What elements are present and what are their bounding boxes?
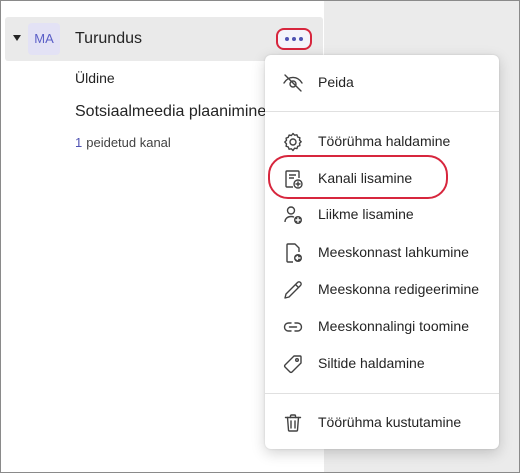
menu-item-get-link[interactable]: Meeskonnalingi toomine — [265, 309, 499, 345]
more-options-button[interactable] — [276, 28, 312, 50]
menu-item-manage-tags[interactable]: Siltide haldamine — [265, 346, 499, 382]
menu-item-label: Töörühma kustutamine — [318, 414, 462, 430]
hidden-channels-count: 1 — [75, 135, 83, 150]
menu-item-label: Meeskonnast lahkumine — [318, 244, 469, 260]
leave-team-icon — [281, 241, 305, 265]
menu-item-add-member[interactable]: Liikme lisamine — [265, 197, 499, 233]
menu-divider — [265, 111, 499, 112]
menu-item-label: Meeskonnalingi toomine — [318, 318, 469, 334]
pencil-icon — [281, 278, 305, 302]
menu-item-label: Meeskonna redigeerimine — [318, 281, 480, 297]
app-frame: MA Turundus Üldine Sotsiaalmeedia plaani… — [0, 0, 520, 473]
channel-item-social-media[interactable]: Sotsiaalmeedia plaanimine — [75, 103, 266, 121]
eye-off-icon — [281, 71, 305, 95]
menu-item-label: Töörühma haldamine — [318, 133, 451, 149]
tag-icon — [281, 352, 305, 376]
team-options-menu: Peida Töörühma haldamine Kanali lisamine… — [265, 55, 499, 449]
team-avatar: MA — [28, 23, 60, 55]
team-name[interactable]: Turundus — [75, 30, 142, 48]
menu-item-label: Siltide haldamine — [318, 355, 425, 371]
collapse-caret-icon[interactable] — [13, 35, 21, 41]
hidden-channels-label: peidetud kanal — [86, 135, 171, 150]
channel-item-general[interactable]: Üldine — [75, 70, 115, 86]
link-icon — [281, 315, 305, 339]
more-options-icon — [278, 30, 310, 48]
gear-icon — [281, 130, 305, 154]
trash-icon — [281, 411, 305, 435]
menu-item-hide[interactable]: Peida — [265, 65, 499, 101]
menu-item-delete-team[interactable]: Töörühma kustutamine — [265, 405, 499, 441]
menu-item-edit-team[interactable]: Meeskonna redigeerimine — [265, 272, 499, 308]
hidden-channels-link[interactable]: 1 peidetud kanal — [75, 135, 171, 150]
add-person-icon — [281, 203, 305, 227]
annotation-highlight-ring — [268, 155, 448, 199]
menu-item-label: Liikme lisamine — [318, 206, 414, 222]
menu-divider — [265, 393, 499, 394]
menu-item-label: Peida — [318, 74, 354, 90]
menu-item-leave-team[interactable]: Meeskonnast lahkumine — [265, 235, 499, 271]
